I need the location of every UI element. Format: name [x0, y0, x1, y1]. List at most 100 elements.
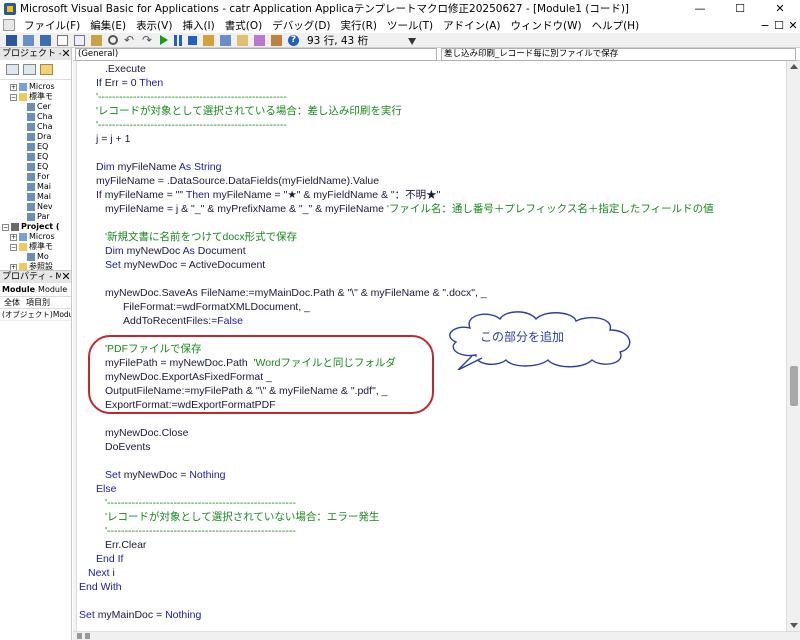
- menu-item[interactable]: 表示(V): [131, 18, 177, 33]
- code-line[interactable]: Next i: [88, 566, 115, 580]
- undo-icon[interactable]: ↶: [124, 34, 136, 46]
- vertical-scrollbar[interactable]: [786, 61, 800, 631]
- tree-item[interactable]: For: [0, 172, 71, 182]
- tree-item[interactable]: Mai: [0, 182, 71, 192]
- code-line[interactable]: FileFormat:=wdFormatXMLDocument, _: [123, 300, 310, 314]
- scroll-down-icon[interactable]: [790, 623, 798, 628]
- tree-item[interactable]: Dra: [0, 132, 71, 142]
- code-line[interactable]: 'レコードが対象として選択されている場合：差し込み印刷を実行: [96, 104, 402, 118]
- tree-item[interactable]: + 参照設: [0, 262, 71, 270]
- expand-icon[interactable]: +: [10, 83, 17, 91]
- tree-item[interactable]: − 標準モ: [0, 242, 71, 252]
- reset-icon[interactable]: [188, 35, 197, 45]
- code-line[interactable]: myNewDoc.Close: [105, 426, 188, 440]
- tree-item[interactable]: + Micros: [0, 232, 71, 242]
- view-code-icon[interactable]: [6, 64, 19, 75]
- save-icon[interactable]: [40, 34, 51, 46]
- horizontal-scrollbar[interactable]: [73, 631, 800, 640]
- tree-item[interactable]: − 標準モ: [0, 92, 71, 102]
- redo-icon[interactable]: ↷: [142, 34, 154, 46]
- code-line[interactable]: Dim myFileName As String: [96, 160, 221, 174]
- project-explorer-icon[interactable]: [220, 34, 231, 46]
- procedure-combo[interactable]: 差し込み印刷_レコード毎に別ファイルで保存: [441, 48, 796, 61]
- toggle-folders-icon[interactable]: [40, 64, 53, 75]
- tree-item[interactable]: Par: [0, 212, 71, 222]
- maximize-button[interactable]: ☐: [720, 0, 760, 17]
- code-line[interactable]: DoEvents: [105, 440, 151, 454]
- scroll-thumb[interactable]: [790, 366, 798, 406]
- toolbox-icon[interactable]: [271, 34, 282, 46]
- tree-item[interactable]: Mo: [0, 252, 71, 262]
- tab-categorized[interactable]: 項目別: [26, 297, 50, 308]
- menu-item[interactable]: 書式(O): [220, 18, 267, 33]
- doc-close-button[interactable]: ✕: [786, 19, 800, 32]
- minimize-button[interactable]: —: [680, 0, 720, 17]
- toolbar-options-chevron-icon[interactable]: [408, 38, 417, 45]
- tab-alphabetic[interactable]: 全体: [4, 297, 20, 308]
- menu-item[interactable]: 編集(E): [85, 18, 131, 33]
- find-icon[interactable]: [108, 35, 118, 45]
- menu-item[interactable]: アドイン(A): [438, 18, 505, 33]
- tree-item[interactable]: EQ: [0, 142, 71, 152]
- properties-window-icon[interactable]: [237, 34, 248, 46]
- tree-item[interactable]: EQ: [0, 152, 71, 162]
- code-line[interactable]: If Err = 0 Then: [96, 76, 163, 90]
- scroll-up-icon[interactable]: [790, 64, 798, 69]
- paste-icon[interactable]: [91, 34, 102, 46]
- code-line[interactable]: '---------------------------------------…: [105, 524, 296, 538]
- menu-item[interactable]: ヘルプ(H): [587, 18, 645, 33]
- help-icon[interactable]: ?: [288, 34, 299, 46]
- menu-item[interactable]: ウィンドウ(W): [506, 18, 587, 33]
- property-row-name[interactable]: (オブジェクト)Module1: [0, 309, 71, 321]
- collapse-icon[interactable]: −: [2, 223, 9, 231]
- tree-item[interactable]: Cer: [0, 102, 71, 112]
- code-line[interactable]: '---------------------------------------…: [105, 496, 296, 510]
- project-explorer-close-icon[interactable]: ✕: [61, 48, 71, 60]
- doc-minimize-button[interactable]: −: [758, 19, 772, 32]
- code-line[interactable]: myFileName = j & "_" & myPrefixName & "_…: [105, 202, 714, 216]
- tree-item[interactable]: Nev: [0, 202, 71, 212]
- menu-item[interactable]: ファイル(F): [19, 18, 85, 33]
- tree-item[interactable]: − Project (: [0, 222, 71, 232]
- code-line[interactable]: Set myNewDoc = ActiveDocument: [105, 258, 265, 272]
- code-line[interactable]: Else: [96, 482, 116, 496]
- code-line[interactable]: j = j + 1: [96, 132, 130, 146]
- menu-item[interactable]: デバッグ(D): [267, 18, 335, 33]
- code-line[interactable]: End If: [96, 552, 123, 566]
- view-word-icon[interactable]: [6, 34, 17, 46]
- full-module-view-icon[interactable]: [85, 633, 90, 639]
- expand-icon[interactable]: +: [10, 233, 17, 241]
- run-icon[interactable]: [160, 35, 168, 45]
- module-icon[interactable]: [3, 19, 15, 31]
- code-line[interactable]: '---------------------------------------…: [96, 118, 287, 132]
- object-browser-icon[interactable]: [254, 34, 265, 46]
- code-line[interactable]: Set myMainDoc = Nothing: [79, 608, 201, 622]
- code-line[interactable]: Dim myNewDoc As Document: [105, 244, 246, 258]
- break-icon[interactable]: [174, 34, 182, 46]
- cut-icon[interactable]: [57, 34, 68, 46]
- properties-object-select[interactable]: Module Module: [0, 283, 71, 297]
- tree-item[interactable]: + Micros: [0, 82, 71, 92]
- procedure-view-icon[interactable]: [77, 633, 82, 639]
- tree-item[interactable]: EQ: [0, 162, 71, 172]
- design-mode-icon[interactable]: [203, 34, 214, 46]
- menu-item[interactable]: 実行(R): [336, 18, 383, 33]
- code-line[interactable]: myNewDoc.SaveAs FileName:=myMainDoc.Path…: [105, 286, 487, 300]
- margin-indicator-bar[interactable]: [73, 61, 77, 631]
- code-line[interactable]: '---------------------------------------…: [96, 90, 287, 104]
- close-button[interactable]: ✕: [760, 0, 800, 17]
- collapse-icon[interactable]: −: [10, 93, 17, 101]
- properties-close-icon[interactable]: ✕: [61, 271, 71, 283]
- insert-module-icon[interactable]: [23, 34, 34, 46]
- code-line[interactable]: 'レコードが対象として選択されていない場合：エラー発生: [105, 510, 379, 524]
- tree-item[interactable]: Cha: [0, 122, 71, 132]
- tree-item[interactable]: Mai: [0, 192, 71, 202]
- code-line[interactable]: Err.Clear: [105, 538, 146, 552]
- view-object-icon[interactable]: [23, 64, 36, 75]
- code-line[interactable]: AddToRecentFiles:=False: [123, 314, 243, 328]
- menu-item[interactable]: 挿入(I): [177, 18, 219, 33]
- code-line[interactable]: If myFileName = "" Then myFileName = "★"…: [96, 188, 440, 202]
- code-line[interactable]: End With: [79, 580, 122, 594]
- tree-item[interactable]: Cha: [0, 112, 71, 122]
- code-line[interactable]: Set myNewDoc = Nothing: [105, 468, 226, 482]
